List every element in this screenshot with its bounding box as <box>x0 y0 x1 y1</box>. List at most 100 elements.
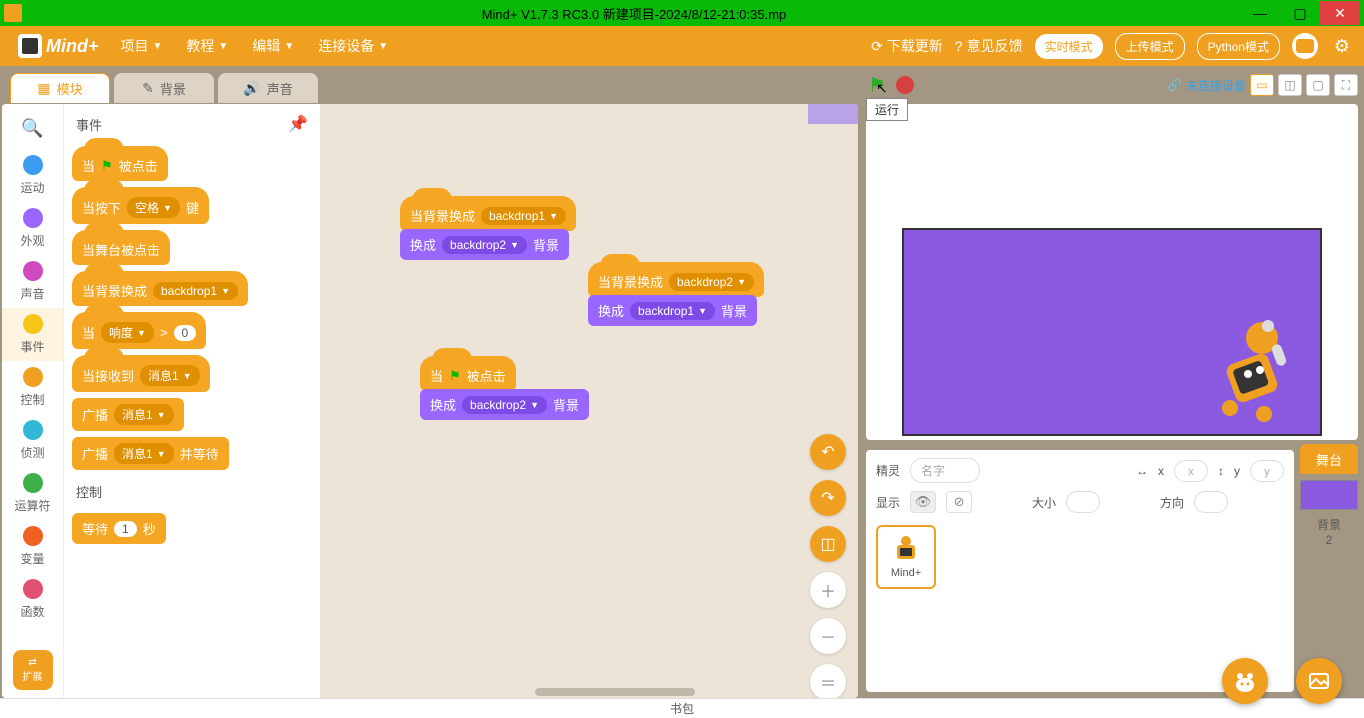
tab-sounds[interactable]: 🔊声音 <box>218 73 318 103</box>
block-broadcast-wait[interactable]: 广播消息1▼并等待 <box>72 437 229 470</box>
workspace-scrollbar[interactable] <box>535 688 695 696</box>
zoom-in-button[interactable]: ＋ <box>810 572 846 608</box>
menu-download[interactable]: ⟳下载更新 <box>871 36 943 56</box>
mode-python[interactable]: Python模式 <box>1197 33 1280 60</box>
stage-toolbar: ⚑ ↖ 运行 🔗未连接设备 ▭ ◫ ▢ ⛶ <box>866 70 1358 100</box>
category-looks[interactable]: 外观 <box>2 202 63 255</box>
category-control[interactable]: 控制 <box>2 361 63 414</box>
ws-block-switch-backdrop-2[interactable]: 换成backdrop1▼背景 <box>588 295 757 326</box>
zoom-out-button[interactable]: － <box>810 618 846 654</box>
category-motion[interactable]: 运动 <box>2 149 63 202</box>
stage-selector: 舞台 背景2 <box>1300 444 1358 692</box>
menu-project[interactable]: 项目▼ <box>111 36 173 56</box>
backpack-bar[interactable]: 书包 <box>0 698 1364 718</box>
settings-gear-icon[interactable]: ⚙ <box>1330 34 1354 58</box>
flag-icon: ⚑ <box>101 158 113 174</box>
sprite-thumb-mindplus[interactable]: Mind+ <box>876 525 936 589</box>
window-titlebar: Mind+ V1.7.3 RC3.0 新建项目-2024/8/12-21:0:3… <box>0 0 1364 26</box>
logo-text: Mind+ <box>46 36 99 57</box>
workspace[interactable]: 当背景换成backdrop1▼ 换成backdrop2▼背景 当背景换成back… <box>320 104 858 698</box>
backpack-label: 书包 <box>650 700 714 717</box>
block-palette[interactable]: 事件 📌 当⚑被点击 当按下空格▼键 当舞台被点击 当背景换成backdrop1… <box>64 104 320 698</box>
app-icon <box>4 4 22 22</box>
menu-feedback[interactable]: ?意见反馈 <box>955 36 1023 56</box>
zoom-reset-button[interactable]: ＝ <box>810 664 846 698</box>
y-input[interactable]: y <box>1250 460 1284 482</box>
show-label: 显示 <box>876 494 900 511</box>
ws-block-when-backdrop-2[interactable]: 当背景换成backdrop2▼ <box>588 262 764 297</box>
size-input[interactable] <box>1066 491 1100 513</box>
stage-tab[interactable]: 舞台 <box>1300 444 1358 474</box>
block-when-greater-than[interactable]: 当响度▼>0 <box>72 312 206 349</box>
fullscreen-button[interactable]: ⛶ <box>1334 74 1358 96</box>
mode-upload[interactable]: 上传模式 <box>1115 33 1185 60</box>
block-when-flag-clicked[interactable]: 当⚑被点击 <box>72 146 168 181</box>
direction-input[interactable] <box>1194 491 1228 513</box>
category-events[interactable]: 事件 <box>2 308 63 361</box>
menu-edit[interactable]: 编辑▼ <box>242 36 304 56</box>
script-stack-1[interactable]: 当背景换成backdrop1▼ 换成backdrop2▼背景 <box>400 196 576 260</box>
blocks-icon: ▦ <box>37 80 50 97</box>
pin-icon[interactable]: 📌 <box>288 114 308 134</box>
sprite-on-stage[interactable] <box>1200 314 1300 424</box>
category-operators[interactable]: 运算符 <box>2 467 63 520</box>
mode-realtime[interactable]: 实时模式 <box>1035 34 1103 59</box>
stop-icon <box>896 76 914 94</box>
sprite-label: 精灵 <box>876 462 900 479</box>
block-broadcast[interactable]: 广播消息1▼ <box>72 398 184 431</box>
menu-tutorial[interactable]: 教程▼ <box>176 36 238 56</box>
sound-icon: 🔊 <box>243 80 260 97</box>
logo-icon <box>18 34 42 58</box>
category-functions[interactable]: 函数 <box>2 573 63 626</box>
close-button[interactable]: ✕ <box>1320 1 1360 25</box>
maximize-button[interactable]: ▢ <box>1280 1 1320 25</box>
sprite-name-input[interactable]: 名字 <box>910 458 980 483</box>
extension-button[interactable]: ⇄扩展 <box>13 650 53 690</box>
flag-icon: ⚑ <box>449 368 461 384</box>
user-avatar[interactable] <box>1292 33 1318 59</box>
menu-connect[interactable]: 连接设备▼ <box>308 36 398 56</box>
search-icon[interactable]: 🔍 <box>21 112 43 149</box>
script-stack-2[interactable]: 当背景换成backdrop2▼ 换成backdrop1▼背景 <box>588 262 764 326</box>
block-wait[interactable]: 等待1秒 <box>72 513 166 544</box>
undo-button[interactable]: ↶ <box>810 434 846 470</box>
block-when-backdrop-switches[interactable]: 当背景换成backdrop1▼ <box>72 271 248 306</box>
category-sound[interactable]: 声音 <box>2 255 63 308</box>
backdrop-thumb[interactable] <box>1300 480 1358 510</box>
backdrop-label: 背景2 <box>1300 516 1358 547</box>
block-when-key-pressed[interactable]: 当按下空格▼键 <box>72 187 209 224</box>
editor-tabs: ▦模块 ✎背景 🔊声音 <box>0 66 860 104</box>
stop-button[interactable] <box>894 74 916 96</box>
category-variables[interactable]: 变量 <box>2 520 63 573</box>
redo-button[interactable]: ↷ <box>810 480 846 516</box>
crop-button[interactable]: ◫ <box>810 526 846 562</box>
ws-block-when-backdrop-1[interactable]: 当背景换成backdrop1▼ <box>400 196 576 231</box>
logo: Mind+ <box>10 34 107 58</box>
block-when-receive[interactable]: 当接收到消息1▼ <box>72 355 210 392</box>
green-flag-button[interactable]: ⚑ ↖ 运行 <box>866 74 888 96</box>
tab-blocks[interactable]: ▦模块 <box>10 73 110 103</box>
workspace-selection-ghost <box>808 104 858 124</box>
backdrop-icon: ✎ <box>142 80 154 97</box>
ws-block-switch-backdrop-3[interactable]: 换成backdrop2▼背景 <box>420 389 589 420</box>
script-stack-3[interactable]: 当⚑被点击 换成backdrop2▼背景 <box>420 356 589 420</box>
stage[interactable] <box>902 228 1322 436</box>
view-small-button[interactable]: ▭ <box>1250 74 1274 96</box>
x-input[interactable]: x <box>1174 460 1208 482</box>
ws-block-switch-backdrop-1[interactable]: 换成backdrop2▼背景 <box>400 229 569 260</box>
view-only-button[interactable]: ▢ <box>1306 74 1330 96</box>
tab-backdrops[interactable]: ✎背景 <box>114 73 214 103</box>
show-button[interactable]: 👁 <box>910 491 936 513</box>
hide-button[interactable]: ⊘ <box>946 491 972 513</box>
minimize-button[interactable]: — <box>1240 1 1280 25</box>
view-large-button[interactable]: ◫ <box>1278 74 1302 96</box>
device-status[interactable]: 🔗未连接设备 <box>1167 77 1246 94</box>
stage-container <box>866 104 1358 440</box>
green-flag-icon: ⚑ <box>868 73 886 98</box>
block-when-stage-clicked[interactable]: 当舞台被点击 <box>72 230 170 265</box>
ws-block-when-flag[interactable]: 当⚑被点击 <box>420 356 516 391</box>
add-backdrop-fab[interactable] <box>1296 658 1342 704</box>
add-sprite-fab[interactable] <box>1222 658 1268 704</box>
category-sensing[interactable]: 侦测 <box>2 414 63 467</box>
palette-header-control: 控制 <box>72 476 312 507</box>
